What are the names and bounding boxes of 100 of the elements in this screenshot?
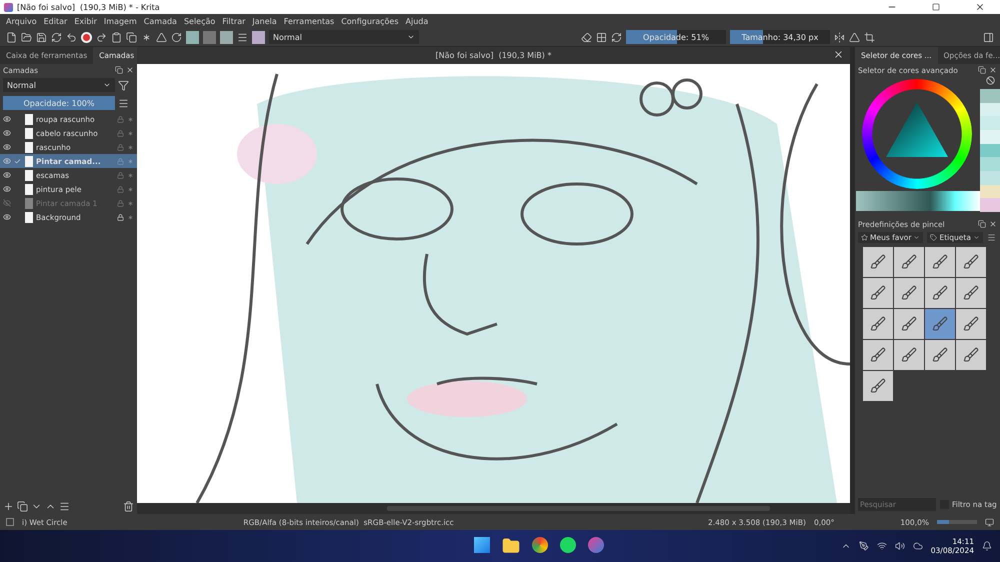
eye-icon[interactable] [3, 157, 11, 165]
bell-icon[interactable] [982, 541, 992, 551]
close-icon[interactable] [989, 220, 997, 228]
brush-preset-icon[interactable] [252, 30, 265, 44]
cloud-icon[interactable] [912, 541, 923, 551]
float-icon[interactable] [978, 220, 986, 228]
menu-item[interactable]: Editar [40, 16, 70, 26]
delete-icon[interactable] [123, 501, 134, 512]
blend-mode-dropdown[interactable]: Normal [3, 78, 115, 92]
eraser-icon[interactable] [581, 32, 592, 42]
alpha-icon[interactable] [127, 214, 134, 220]
redo-icon[interactable] [96, 32, 107, 42]
menu-item[interactable]: Camada [140, 16, 180, 26]
record-button[interactable] [81, 32, 92, 42]
properties-icon[interactable] [59, 501, 70, 512]
menu-item[interactable]: Filtrar [219, 16, 248, 26]
panel-icon[interactable] [983, 32, 994, 42]
eye-icon[interactable] [3, 213, 11, 221]
menu-item[interactable]: Exibir [71, 16, 100, 26]
lock-icon[interactable] [117, 214, 124, 220]
color-swatch[interactable] [220, 30, 233, 44]
alpha-icon[interactable] [127, 172, 134, 178]
eye-icon[interactable] [3, 115, 11, 123]
menu-item[interactable]: Seleção [180, 16, 218, 26]
float-icon[interactable] [115, 66, 123, 74]
color-swatch[interactable] [980, 102, 1000, 116]
asterisk-icon[interactable] [141, 32, 152, 42]
brush-preset[interactable] [925, 340, 955, 370]
brush-preset[interactable] [956, 309, 986, 339]
float-icon[interactable] [978, 66, 986, 74]
refresh-icon[interactable] [51, 32, 62, 42]
filter-icon[interactable] [118, 80, 129, 90]
brush-preset[interactable] [863, 278, 893, 308]
color-swatch[interactable] [980, 171, 1000, 185]
close-button[interactable] [833, 49, 844, 60]
start-icon[interactable] [474, 537, 490, 553]
color-swatch[interactable] [980, 89, 1000, 103]
duplicate-icon[interactable] [17, 501, 28, 512]
folder-icon[interactable] [502, 537, 520, 555]
copy-icon[interactable] [126, 32, 137, 42]
eye-icon[interactable] [3, 143, 11, 151]
color-swatch[interactable] [980, 130, 1000, 144]
close-icon[interactable] [126, 66, 134, 74]
volume-icon[interactable] [894, 541, 905, 551]
menu-item[interactable]: Imagem [100, 16, 140, 26]
brush-preset[interactable] [956, 247, 986, 277]
brush-preset[interactable] [863, 309, 893, 339]
brush-preset[interactable] [863, 340, 893, 370]
refresh-icon[interactable] [611, 32, 622, 42]
triangle-icon[interactable] [156, 32, 167, 42]
undo-icon[interactable] [66, 32, 77, 42]
alpha-icon[interactable] [127, 144, 134, 150]
alpha-icon[interactable] [127, 130, 134, 136]
add-icon[interactable] [3, 501, 14, 512]
brush-preset[interactable] [894, 278, 924, 308]
eye-icon[interactable] [3, 129, 11, 137]
monitor-icon[interactable] [985, 518, 994, 526]
color-swatch[interactable] [980, 144, 1000, 158]
brush-preset[interactable] [925, 309, 955, 339]
clipboard-icon[interactable] [111, 32, 122, 42]
triangle-icon[interactable] [849, 32, 860, 42]
brush-preset[interactable] [894, 340, 924, 370]
brush-preset[interactable] [863, 247, 893, 277]
mirror-icon[interactable] [834, 32, 845, 42]
color-sliders[interactable] [856, 191, 980, 211]
brush-preset[interactable] [863, 371, 893, 401]
alpha-icon[interactable] [127, 116, 134, 122]
zoom-slider[interactable] [937, 520, 949, 524]
brush-preset[interactable] [956, 340, 986, 370]
brush-preset[interactable] [894, 309, 924, 339]
blend-mode-dropdown[interactable]: Normal [269, 30, 419, 44]
menu-item[interactable]: Ferramentas [280, 16, 338, 26]
music-app-icon[interactable] [560, 537, 576, 553]
color-swatch[interactable] [980, 198, 1000, 212]
folder-icon[interactable] [21, 32, 32, 42]
alpha-icon[interactable] [127, 200, 134, 206]
color-swatch[interactable] [980, 184, 1000, 198]
save-icon[interactable] [36, 32, 47, 42]
eye-icon[interactable] [3, 171, 11, 179]
opacity-slider[interactable]: Opacidade: 100% [3, 96, 115, 110]
menu-item[interactable]: Configurações [338, 16, 402, 26]
close-icon[interactable] [989, 66, 997, 74]
color-swatch[interactable] [980, 157, 1000, 172]
brush-preset[interactable] [956, 278, 986, 308]
menu-icon[interactable] [986, 233, 996, 242]
brush-preset[interactable] [894, 247, 924, 277]
crop-icon[interactable] [864, 32, 875, 42]
rotate-icon[interactable] [171, 32, 182, 42]
brush-preset[interactable] [925, 247, 955, 277]
settings-icon[interactable] [237, 32, 248, 42]
checker-icon[interactable] [596, 32, 607, 42]
app-icon[interactable] [588, 537, 604, 553]
menu-item[interactable]: Arquivo [3, 16, 40, 26]
menu-item[interactable]: Ajuda [402, 16, 432, 26]
pen-icon[interactable] [858, 541, 869, 551]
alpha-icon[interactable] [127, 186, 134, 192]
browser-icon[interactable] [532, 537, 548, 553]
color-swatch[interactable] [980, 116, 1000, 130]
wifi-icon[interactable] [876, 541, 887, 551]
new-file-icon[interactable] [6, 32, 17, 42]
